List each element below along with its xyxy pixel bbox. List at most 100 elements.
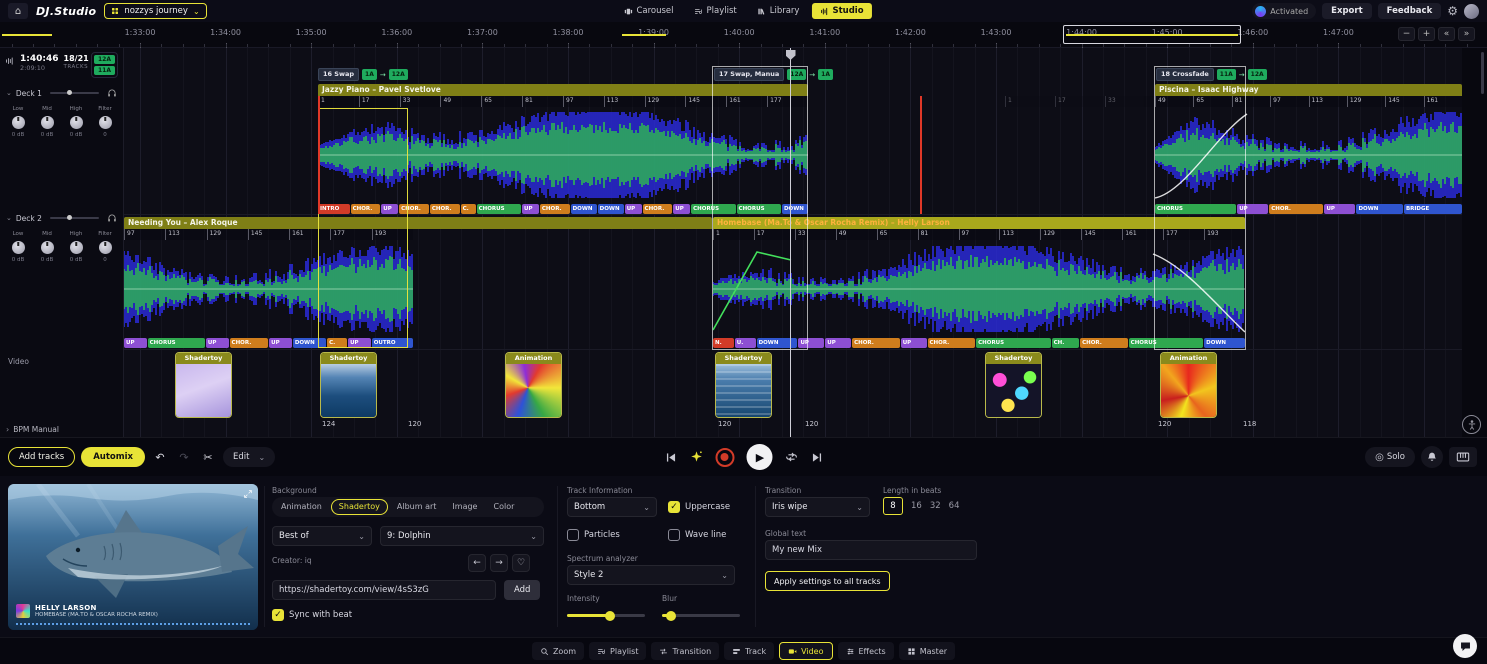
background-category-dropdown[interactable]: Best of⌄	[272, 526, 372, 546]
deck-volume-slider[interactable]	[50, 217, 99, 219]
redo-button[interactable]: ↷	[175, 451, 193, 464]
video-clip-thumbnail[interactable]: Shadertoy	[985, 352, 1042, 418]
spectrum-style-dropdown[interactable]: Style 2⌄	[567, 565, 735, 585]
solo-button[interactable]: ◎ Solo	[1365, 447, 1415, 467]
video-clip-thumbnail[interactable]: Animation	[505, 352, 562, 418]
sync-with-beat-row[interactable]: ✓ Sync with beat	[272, 609, 352, 621]
export-button[interactable]: Export	[1322, 3, 1371, 19]
sync-checkbox[interactable]: ✓	[272, 609, 284, 621]
bpm-manual-row[interactable]: › BPM Manual	[6, 425, 59, 434]
nav-studio[interactable]: Studio	[811, 3, 871, 19]
timeline-ruler[interactable]: − + « » 1:33:001:34:001:35:001:36:001:37…	[0, 22, 1487, 48]
headphones-icon[interactable]	[107, 88, 117, 98]
tab-color[interactable]: Color	[486, 499, 521, 515]
mid-knob[interactable]	[41, 241, 54, 254]
deck-header-2[interactable]: ⌄Deck 2	[0, 213, 123, 223]
deck-volume-slider[interactable]	[50, 92, 99, 94]
tab-album-art[interactable]: Album art	[390, 499, 444, 515]
wave-line-checkbox[interactable]	[668, 529, 680, 541]
jump-back-button[interactable]: «	[1438, 27, 1455, 41]
video-clip-thumbnail[interactable]: Animation	[1160, 352, 1217, 418]
transition-chip[interactable]: 18 Crossfade11A→12A	[1156, 68, 1267, 81]
tab-shadertoy[interactable]: Shadertoy	[331, 499, 388, 515]
video-preview[interactable]: HELLY LARSON HOMEBASE (MA.TO & OSCAR ROC…	[8, 484, 258, 630]
toolbar-track[interactable]: Track	[724, 642, 774, 660]
nav-playlist[interactable]: Playlist	[686, 3, 745, 19]
view-window-marker[interactable]	[1063, 25, 1241, 44]
jump-forward-button[interactable]: »	[1458, 27, 1475, 41]
add-tracks-button[interactable]: Add tracks	[8, 447, 75, 467]
audio-clip[interactable]: Homebase (Ma.To & Oscar Rocha Remix) – H…	[713, 215, 1245, 349]
low-knob[interactable]	[12, 116, 25, 129]
apply-settings-button[interactable]: Apply settings to all tracks	[765, 571, 890, 591]
midi-keyboard-button[interactable]	[1449, 447, 1477, 467]
toolbar-video[interactable]: Video	[779, 642, 832, 660]
intensity-slider[interactable]	[567, 614, 645, 617]
accessibility-button[interactable]	[1462, 415, 1481, 434]
video-clip-thumbnail[interactable]: Shadertoy	[320, 352, 377, 418]
user-avatar[interactable]	[1464, 4, 1479, 19]
fullscreen-expand-icon[interactable]	[243, 489, 253, 499]
video-clip-thumbnail[interactable]: Shadertoy	[715, 352, 772, 418]
filter-knob[interactable]	[99, 241, 112, 254]
edit-menu-button[interactable]: Edit ⌄	[223, 447, 275, 467]
notifications-bell-button[interactable]	[1421, 446, 1443, 468]
record-button[interactable]	[715, 448, 734, 467]
mid-knob[interactable]	[41, 116, 54, 129]
nav-carousel[interactable]: Carousel	[615, 3, 681, 19]
tab-animation[interactable]: Animation	[274, 499, 329, 515]
favorite-heart-button[interactable]: ♡	[512, 554, 530, 572]
undo-button[interactable]: ↶	[151, 451, 169, 464]
skip-to-end-button[interactable]	[810, 451, 823, 464]
playhead[interactable]	[790, 48, 791, 437]
low-knob[interactable]	[12, 241, 25, 254]
toolbar-transition[interactable]: Transition	[651, 642, 719, 660]
tab-image[interactable]: Image	[445, 499, 484, 515]
automix-sparkle-button[interactable]	[689, 450, 703, 464]
blur-slider[interactable]	[662, 614, 740, 617]
toolbar-master[interactable]: Master	[899, 642, 955, 660]
particles-row[interactable]: Particles	[567, 529, 620, 541]
nav-library[interactable]: Library	[749, 3, 808, 19]
toolbar-effects[interactable]: Effects	[838, 642, 894, 660]
loop-button[interactable]	[784, 450, 798, 464]
deck-header-1[interactable]: ⌄Deck 1	[0, 88, 123, 98]
particles-checkbox[interactable]	[567, 529, 579, 541]
audio-clip[interactable]: Needing You – Alex Roque9711312914516117…	[124, 215, 413, 349]
high-knob[interactable]	[70, 241, 83, 254]
skip-to-start-button[interactable]	[664, 451, 677, 464]
settings-gear-icon[interactable]: ⚙	[1447, 4, 1458, 18]
headphones-icon[interactable]	[107, 213, 117, 223]
beats-option-16[interactable]: 16	[911, 497, 922, 515]
zoom-in-button[interactable]: +	[1418, 27, 1435, 41]
text-position-dropdown[interactable]: Bottom⌄	[567, 497, 657, 517]
global-text-input[interactable]: My new Mix	[765, 540, 977, 560]
shader-dropdown[interactable]: 9: Dolphin⌄	[380, 526, 544, 546]
filter-knob[interactable]	[99, 116, 112, 129]
uppercase-row[interactable]: ✓ Uppercase	[668, 501, 730, 513]
feedback-button[interactable]: Feedback	[1378, 3, 1442, 19]
toolbar-playlist[interactable]: Playlist	[589, 642, 646, 660]
chat-button[interactable]	[1453, 634, 1477, 658]
beats-option-64[interactable]: 64	[949, 497, 960, 515]
automix-button[interactable]: Automix	[81, 447, 145, 467]
play-button[interactable]: ▶	[746, 444, 772, 470]
beats-option-8[interactable]: 8	[883, 497, 903, 515]
toolbar-zoom[interactable]: Zoom	[532, 642, 584, 660]
transition-chip[interactable]: 16 Swap1A→12A	[318, 68, 408, 81]
next-shader-button[interactable]: →	[490, 554, 508, 572]
zoom-out-button[interactable]: −	[1398, 27, 1415, 41]
intensity-slider-knob[interactable]	[605, 611, 615, 621]
add-url-button[interactable]: Add	[504, 580, 540, 600]
vertical-scrollbar[interactable]	[1481, 52, 1484, 94]
video-clip-thumbnail[interactable]: Shadertoy	[175, 352, 232, 418]
prev-shader-button[interactable]: ←	[468, 554, 486, 572]
blur-slider-knob[interactable]	[666, 611, 676, 621]
home-button[interactable]: ⌂	[8, 3, 28, 19]
wave-line-row[interactable]: Wave line	[668, 529, 726, 541]
beats-option-32[interactable]: 32	[930, 497, 941, 515]
timeline-tracks[interactable]: Jazzy Piano – Pavel Svetlove117334965819…	[124, 48, 1462, 437]
transition-type-dropdown[interactable]: Iris wipe⌄	[765, 497, 870, 517]
shader-url-input[interactable]	[272, 580, 496, 600]
cut-button[interactable]: ✂	[199, 451, 217, 464]
